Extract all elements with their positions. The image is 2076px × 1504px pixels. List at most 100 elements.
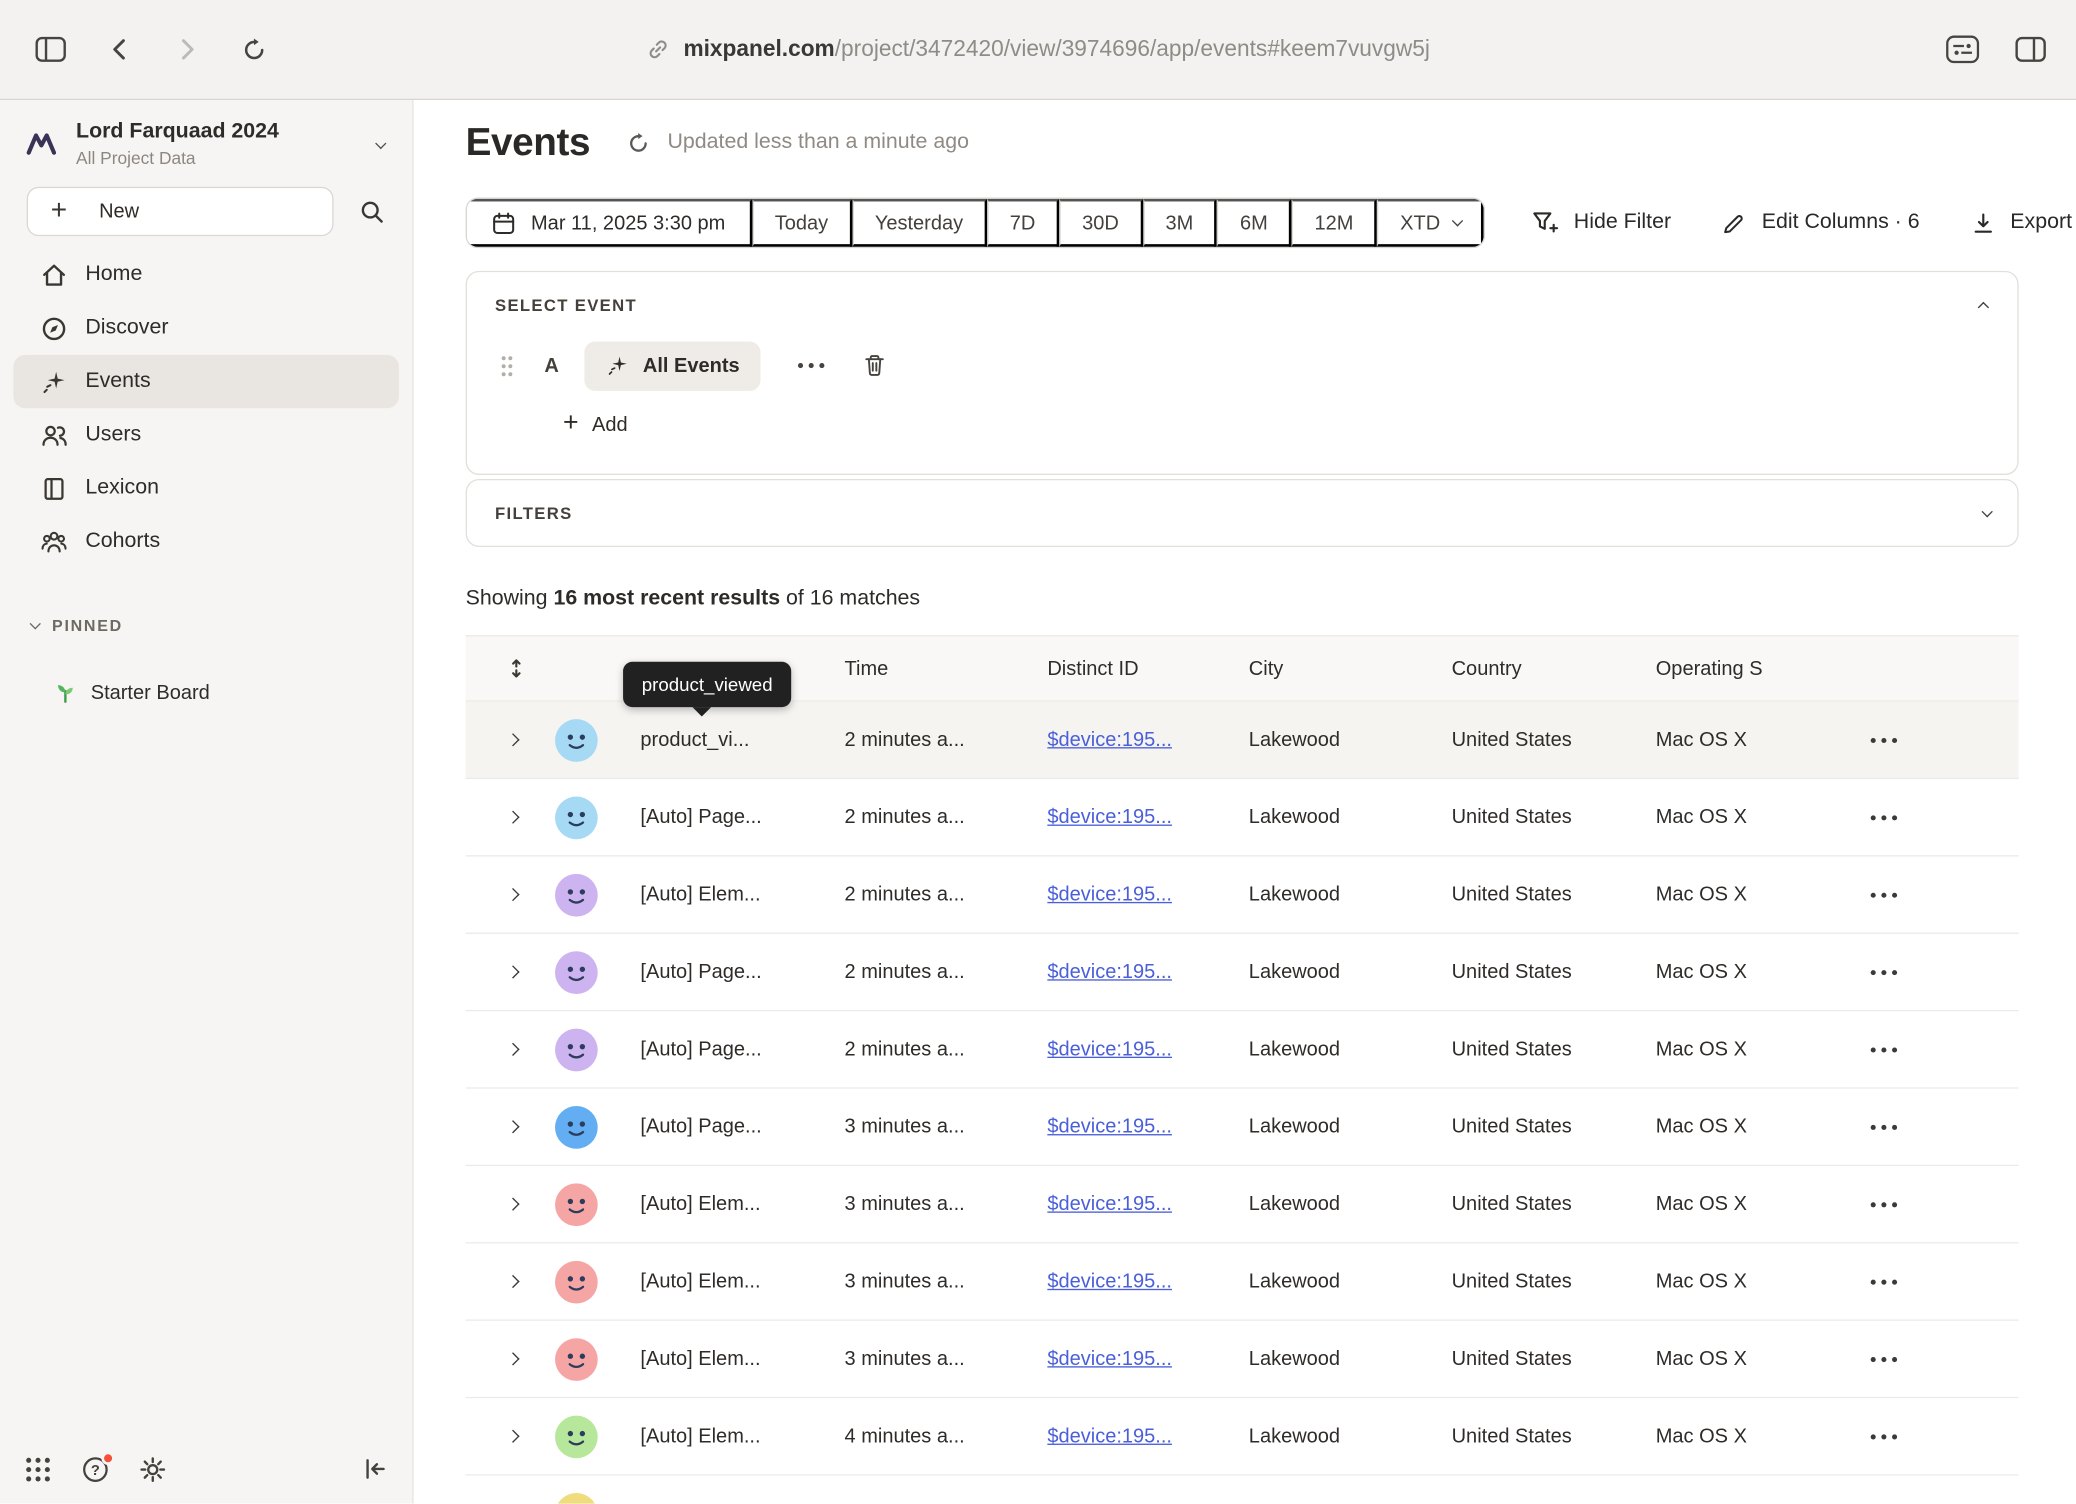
table-row[interactable]: [Auto] Page... 2 minutes a... $device:19…: [466, 779, 2019, 856]
row-expand-button[interactable]: [466, 1354, 541, 1363]
sidebar-nav: Home Discover Events: [0, 248, 412, 568]
row-expand-button[interactable]: [466, 1045, 541, 1054]
distinct-id-link[interactable]: $device:195...: [1037, 883, 1238, 906]
xtd-label: XTD: [1400, 211, 1440, 234]
row-menu-button[interactable]: [1845, 891, 2018, 899]
event-name[interactable]: [Auto] Page...: [619, 961, 834, 984]
search-button[interactable]: [347, 187, 396, 236]
select-event-header-toggle[interactable]: SELECT EVENT: [467, 272, 2017, 339]
distinct-id-link[interactable]: $device:195...: [1037, 1193, 1238, 1216]
settings-gear-button[interactable]: [139, 1455, 167, 1483]
download-icon: [1970, 210, 1995, 235]
table-row[interactable]: [Auto] Page... 2 minutes a... $device:19…: [466, 1011, 2019, 1088]
refresh-button[interactable]: [626, 130, 651, 155]
date-range-button[interactable]: 6M: [1217, 199, 1292, 247]
row-menu-button[interactable]: [1845, 813, 2018, 821]
row-expand-button[interactable]: [466, 1122, 541, 1131]
date-range-button[interactable]: Yesterday: [852, 199, 987, 247]
row-expand-button[interactable]: [466, 813, 541, 822]
help-button[interactable]: ?: [81, 1455, 109, 1483]
row-expand-button[interactable]: [466, 1432, 541, 1441]
sidebar-item-home[interactable]: Home: [13, 248, 399, 301]
url-bar[interactable]: mixpanel.com/project/3472420/view/397469…: [646, 36, 1430, 63]
row-menu-button[interactable]: [1845, 1277, 2018, 1285]
export-button[interactable]: Export: [1970, 210, 2072, 235]
drag-handle[interactable]: [500, 354, 513, 377]
event-name[interactable]: [Auto] Elem...: [619, 1425, 834, 1448]
table-row[interactable]: [Auto] Elem... 3 minutes a... $device:19…: [466, 1243, 2019, 1320]
table-row[interactable]: [466, 1476, 2019, 1504]
row-menu-button[interactable]: [1845, 1123, 2018, 1131]
ellipsis-icon: [1869, 1200, 1898, 1208]
row-expand-button[interactable]: [466, 1199, 541, 1208]
table-row[interactable]: [Auto] Elem... 4 minutes a... $device:19…: [466, 1398, 2019, 1475]
table-row[interactable]: [Auto] Elem... 3 minutes a... $device:19…: [466, 1321, 2019, 1398]
pinned-section-toggle[interactable]: PINNED: [0, 616, 412, 635]
os-cell: Mac OS X: [1645, 1348, 1845, 1371]
row-expand-button[interactable]: [466, 967, 541, 976]
distinct-id-link[interactable]: $device:195...: [1037, 1425, 1238, 1448]
table-row[interactable]: [Auto] Elem... 2 minutes a... $device:19…: [466, 857, 2019, 934]
date-picker-button[interactable]: Mar 11, 2025 3:30 pm: [467, 199, 752, 247]
distinct-id-link[interactable]: $device:195...: [1037, 1038, 1238, 1061]
hide-filter-button[interactable]: Hide Filter: [1530, 209, 1671, 236]
event-name[interactable]: [Auto] Page...: [619, 1038, 834, 1061]
row-menu-button[interactable]: [1845, 1355, 2018, 1363]
page-settings-button[interactable]: [1945, 35, 1980, 64]
row-menu-button[interactable]: [1845, 968, 2018, 976]
distinct-id-link[interactable]: $device:195...: [1037, 1270, 1238, 1293]
table-row[interactable]: [Auto] Page... 2 minutes a... $device:19…: [466, 934, 2019, 1011]
date-range-button[interactable]: 30D: [1059, 199, 1142, 247]
row-expand-button[interactable]: [466, 1277, 541, 1286]
apps-grid-button[interactable]: [24, 1455, 52, 1483]
workspace-switcher[interactable]: Lord Farquaad 2024 All Project Data: [0, 100, 412, 180]
row-menu-button[interactable]: [1845, 736, 2018, 744]
sidebar-item-events[interactable]: Events: [13, 355, 399, 408]
distinct-id-link[interactable]: $device:195...: [1037, 1348, 1238, 1371]
edit-columns-button[interactable]: Edit Columns · 6: [1722, 210, 1920, 235]
event-name[interactable]: product_vi...: [619, 728, 834, 751]
xtd-button[interactable]: XTD: [1377, 199, 1484, 247]
filters-header-toggle[interactable]: FILTERS: [467, 480, 2017, 547]
sidebar-item-starter-board[interactable]: Starter Board: [0, 670, 412, 715]
row-menu-button[interactable]: [1845, 1432, 2018, 1440]
distinct-id-link[interactable]: $device:195...: [1037, 806, 1238, 829]
date-range-button[interactable]: 3M: [1143, 199, 1218, 247]
back-button[interactable]: [107, 36, 134, 63]
event-name[interactable]: [Auto] Elem...: [619, 1348, 834, 1371]
split-view-button[interactable]: [2015, 36, 2047, 63]
reload-button[interactable]: [240, 35, 268, 63]
event-name[interactable]: [Auto] Elem...: [619, 1193, 834, 1216]
event-name[interactable]: [Auto] Page...: [619, 806, 834, 829]
row-menu-button[interactable]: [1845, 1045, 2018, 1053]
sidebar-item-discover[interactable]: Discover: [13, 302, 399, 355]
delete-event-button[interactable]: [862, 352, 887, 379]
sort-toggle[interactable]: [466, 658, 541, 679]
event-name[interactable]: [Auto] Page...: [619, 1115, 834, 1138]
row-expand-button[interactable]: [466, 735, 541, 744]
add-event-button[interactable]: + Add: [563, 412, 2017, 436]
collapse-sidebar-button[interactable]: [362, 1456, 389, 1483]
event-name[interactable]: [Auto] Elem...: [619, 1270, 834, 1293]
date-range-button[interactable]: 7D: [987, 199, 1059, 247]
row-expand-button[interactable]: [466, 890, 541, 899]
table-row[interactable]: [Auto] Page... 3 minutes a... $device:19…: [466, 1089, 2019, 1166]
city-cell: Lakewood: [1238, 1348, 1441, 1371]
distinct-id-link[interactable]: $device:195...: [1037, 961, 1238, 984]
distinct-id-link[interactable]: $device:195...: [1037, 728, 1238, 751]
more-options-button[interactable]: [797, 362, 826, 370]
row-menu-button[interactable]: [1845, 1200, 2018, 1208]
date-range-button[interactable]: 12M: [1292, 199, 1378, 247]
sidebar-item-lexicon[interactable]: Lexicon: [13, 462, 399, 515]
date-range-button[interactable]: Today: [752, 199, 852, 247]
table-row[interactable]: [Auto] Elem... 3 minutes a... $device:19…: [466, 1166, 2019, 1243]
event-name[interactable]: [Auto] Elem...: [619, 883, 834, 906]
forward-button[interactable]: [173, 36, 200, 63]
event-time: 2 minutes a...: [834, 961, 1037, 984]
new-button[interactable]: + New: [27, 187, 334, 236]
sidebar-item-cohorts[interactable]: Cohorts: [13, 515, 399, 568]
sidebar-item-users[interactable]: Users: [13, 408, 399, 461]
browser-sidebar-toggle-icon[interactable]: [35, 36, 67, 63]
distinct-id-link[interactable]: $device:195...: [1037, 1115, 1238, 1138]
all-events-button[interactable]: All Events: [584, 341, 761, 390]
